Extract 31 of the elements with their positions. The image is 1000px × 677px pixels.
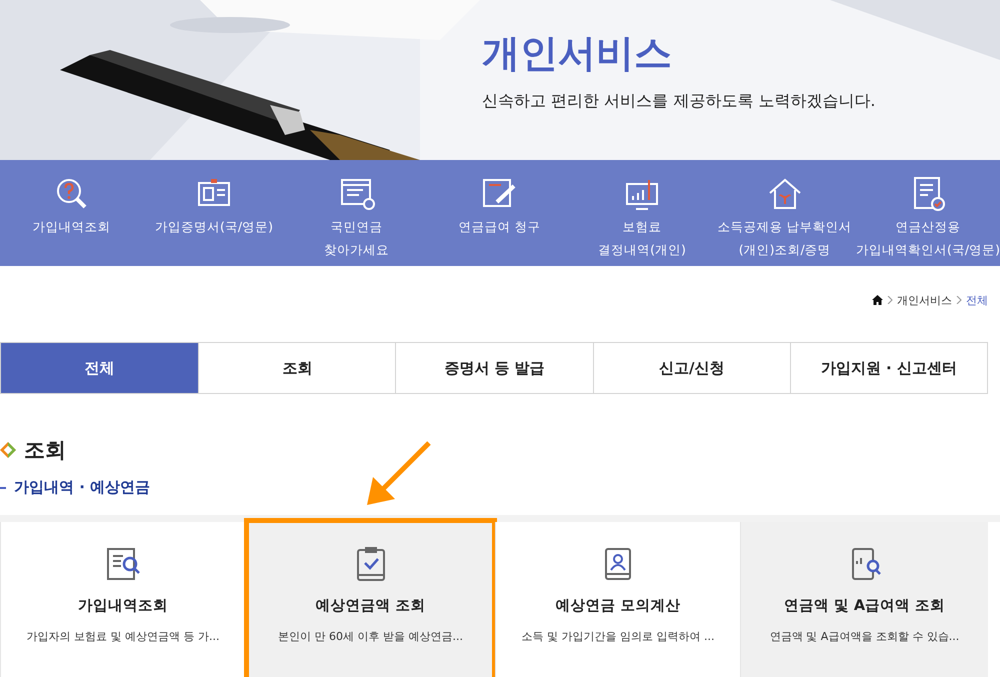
card-title: 연금액 및 A급여액 조회 [784,597,946,615]
service-card[interactable]: 연금액 및 A급여액 조회 연금액 및 A급여액을 조회할 수 있습... [740,522,988,677]
quick-menu-item[interactable]: 소득공제용 납부확인서 (개인)조회/증명 [713,160,856,266]
quick-menu-item[interactable]: 국민연금 찾아가세요 [285,160,428,266]
page-subtitle: 신속하고 편리한 서비스를 제공하도록 노력하겠습니다. [482,91,876,112]
house-icon [766,176,803,212]
breadcrumb-link[interactable]: 개인서비스 [897,292,952,308]
card-description: 연금액 및 A급여액을 조회할 수 있습... [770,629,960,644]
card-description: 본인이 만 60세 이후 받을 예상연금... [278,629,463,644]
annotation-arrow [365,439,433,507]
diamond-icon [0,442,16,458]
card-title: 예상연금액 조회 [315,597,426,615]
card-title: 가입내역조회 [78,597,168,615]
chevron-icon [887,296,893,304]
quick-menu-item[interactable]: 보험료 결정내역(개인) [570,160,714,266]
page-title: 개인서비스 [482,30,673,77]
document-search-icon [105,546,141,582]
category-tab[interactable]: 전체 [1,343,198,393]
quick-menu-item[interactable]: 가입증명서(국/영문) [142,160,286,266]
section-title: 조회 [24,437,66,464]
breadcrumb-link[interactable]: 전체 [966,292,988,308]
card-description: 가입자의 보험료 및 예상연금액 등 가... [26,629,220,644]
quick-menu-item[interactable]: 연금산정용 가입내역확인서(국/영문) [856,160,1000,266]
chevron-icon [956,296,962,304]
section-subtitle: 가입내역 · 예상연금 [14,478,150,497]
card-description: 소득 및 가입기간을 임의로 입력하여 ... [522,629,714,644]
document-icon [338,176,375,212]
home-icon[interactable] [872,295,883,305]
quick-menu-item[interactable]: 연금급여 청구 [428,160,571,266]
card-title: 예상연금 모의계산 [555,597,681,615]
quick-menu-item[interactable]: 가입내역조회 [0,160,143,266]
